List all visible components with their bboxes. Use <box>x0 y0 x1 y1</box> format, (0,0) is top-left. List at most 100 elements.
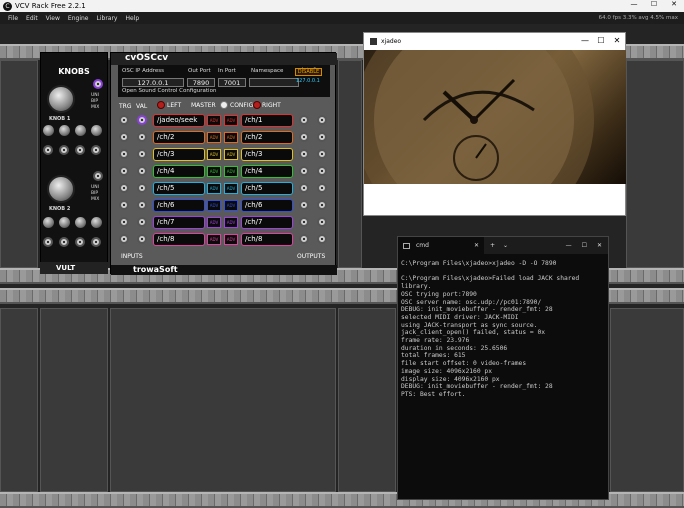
terminal-output[interactable]: C:\Program Files\xjadeo>xjadeo -D -O 789… <box>398 254 608 399</box>
adv-button[interactable]: ADV <box>224 132 238 143</box>
val-input-jack[interactable] <box>137 149 147 159</box>
adv-button[interactable]: ADV <box>207 149 221 160</box>
trg-output-jack[interactable] <box>299 149 309 159</box>
xjadeo-window[interactable]: xjadeo — ☐ ✕ <box>363 32 626 216</box>
val-input-jack[interactable] <box>137 166 147 176</box>
blank-panel[interactable] <box>610 308 684 492</box>
trg-output-jack[interactable] <box>299 200 309 210</box>
trg-input-jack[interactable] <box>119 183 129 193</box>
adv-button[interactable]: ADV <box>207 166 221 177</box>
val-input-jack[interactable] <box>137 132 147 142</box>
left-address-field[interactable]: /ch/3 <box>153 148 205 161</box>
small-knob[interactable] <box>91 217 102 228</box>
jack[interactable] <box>75 145 85 155</box>
small-knob[interactable] <box>75 217 86 228</box>
adv-button[interactable]: ADV <box>207 234 221 245</box>
adv-button[interactable]: ADV <box>207 200 221 211</box>
adv-button[interactable]: ADV <box>224 200 238 211</box>
trg-input-jack[interactable] <box>119 132 129 142</box>
namespace-field[interactable] <box>249 78 299 87</box>
trg-output-jack[interactable] <box>299 217 309 227</box>
close-icon[interactable]: ✕ <box>664 0 684 8</box>
jack[interactable] <box>59 145 69 155</box>
left-address-field[interactable]: /ch/5 <box>153 182 205 195</box>
cvosccv-module[interactable]: cvOSCcv OSC IP Address Out Port In Port … <box>110 52 337 275</box>
adv-button[interactable]: ADV <box>207 217 221 228</box>
adv-button[interactable]: ADV <box>224 183 238 194</box>
knob-2[interactable] <box>47 175 75 203</box>
val-output-jack[interactable] <box>317 149 327 159</box>
small-knob[interactable] <box>43 217 54 228</box>
adv-button[interactable]: ADV <box>224 234 238 245</box>
small-knob[interactable] <box>75 125 86 136</box>
trg-input-jack[interactable] <box>119 115 129 125</box>
trg-output-jack[interactable] <box>299 166 309 176</box>
minimize-icon[interactable]: — <box>566 242 572 249</box>
left-address-field[interactable]: /ch/4 <box>153 165 205 178</box>
knob-1-output-jack[interactable] <box>93 79 103 89</box>
blank-panel[interactable] <box>0 308 38 492</box>
out-port-field[interactable]: 7890 <box>187 78 215 87</box>
close-icon[interactable]: ✕ <box>609 33 625 49</box>
chevron-down-icon[interactable]: ⌄ <box>503 242 508 249</box>
adv-button[interactable]: ADV <box>207 132 221 143</box>
blank-panel[interactable] <box>338 60 362 268</box>
adv-button[interactable]: ADV <box>207 115 221 126</box>
jack[interactable] <box>59 237 69 247</box>
jack[interactable] <box>43 237 53 247</box>
trg-input-jack[interactable] <box>119 149 129 159</box>
menu-library[interactable]: Library <box>97 15 118 22</box>
trg-input-jack[interactable] <box>119 166 129 176</box>
ip-address-field[interactable]: 127.0.0.1 <box>122 78 184 87</box>
left-address-field[interactable]: /ch/2 <box>153 131 205 144</box>
right-address-field[interactable]: /ch/5 <box>241 182 293 195</box>
menu-file[interactable]: File <box>8 15 18 22</box>
adv-button[interactable]: ADV <box>224 149 238 160</box>
menu-edit[interactable]: Edit <box>26 15 38 22</box>
right-address-field[interactable]: /ch/2 <box>241 131 293 144</box>
val-output-jack[interactable] <box>317 166 327 176</box>
config-button[interactable] <box>220 101 228 109</box>
trg-output-jack[interactable] <box>299 234 309 244</box>
jack[interactable] <box>91 237 101 247</box>
val-input-jack[interactable] <box>137 115 147 125</box>
disable-button[interactable]: DISABLE <box>295 68 322 76</box>
val-output-jack[interactable] <box>317 183 327 193</box>
val-input-jack[interactable] <box>137 183 147 193</box>
right-button[interactable] <box>253 101 261 109</box>
maximize-icon[interactable]: ☐ <box>593 33 609 49</box>
left-button[interactable] <box>157 101 165 109</box>
menu-help[interactable]: Help <box>125 15 139 22</box>
adv-button[interactable]: ADV <box>224 217 238 228</box>
blank-panel[interactable] <box>0 60 38 268</box>
trg-output-jack[interactable] <box>299 115 309 125</box>
trg-input-jack[interactable] <box>119 217 129 227</box>
maximize-icon[interactable]: ☐ <box>582 242 587 249</box>
val-output-jack[interactable] <box>317 200 327 210</box>
val-output-jack[interactable] <box>317 234 327 244</box>
small-knob[interactable] <box>59 125 70 136</box>
right-address-field[interactable]: /ch/3 <box>241 148 293 161</box>
minimize-icon[interactable]: — <box>624 0 644 8</box>
new-tab-icon[interactable]: + <box>490 242 495 249</box>
val-input-jack[interactable] <box>137 200 147 210</box>
close-tab-icon[interactable]: ✕ <box>474 242 479 249</box>
small-knob[interactable] <box>43 125 54 136</box>
val-input-jack[interactable] <box>137 217 147 227</box>
cmd-window[interactable]: cmd ✕ + ⌄ — ☐ ✕ C:\Program Files\xjadeo>… <box>397 236 609 500</box>
val-output-jack[interactable] <box>317 132 327 142</box>
jack[interactable] <box>75 237 85 247</box>
val-input-jack[interactable] <box>137 234 147 244</box>
knobs-module[interactable]: KNOBS KNOB 1 UNI BIP MIX KNOB 2 UNI BIP … <box>40 52 108 274</box>
adv-button[interactable]: ADV <box>207 183 221 194</box>
small-knob[interactable] <box>91 125 102 136</box>
terminal-tab[interactable]: cmd ✕ <box>398 237 484 254</box>
trg-input-jack[interactable] <box>119 234 129 244</box>
right-address-field[interactable]: /ch/8 <box>241 233 293 246</box>
small-knob[interactable] <box>59 217 70 228</box>
left-address-field[interactable]: /ch/7 <box>153 216 205 229</box>
menu-engine[interactable]: Engine <box>68 15 89 22</box>
in-port-field[interactable]: 7001 <box>218 78 246 87</box>
adv-button[interactable]: ADV <box>224 166 238 177</box>
close-icon[interactable]: ✕ <box>597 242 602 249</box>
